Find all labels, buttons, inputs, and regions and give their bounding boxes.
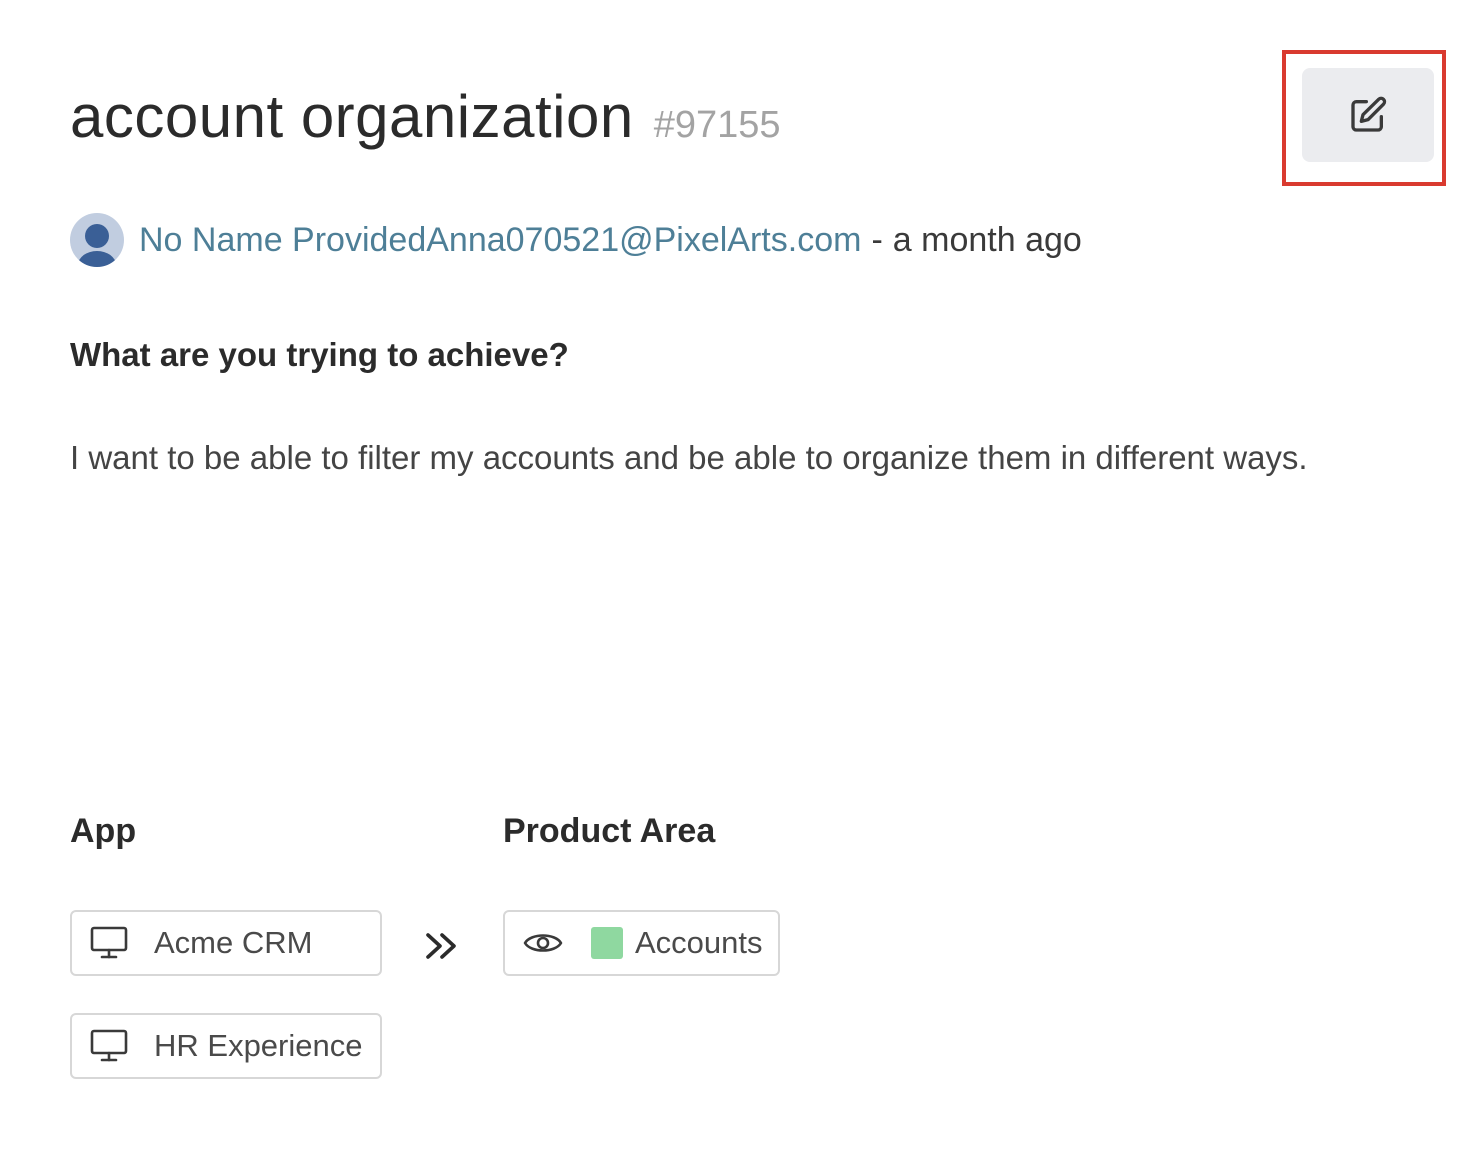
- app-section-label: App: [70, 812, 137, 850]
- app-chip-label: Acme CRM: [154, 925, 313, 960]
- app-chip-hr-experience[interactable]: HR Experience: [70, 1013, 382, 1079]
- author-link[interactable]: No Name ProvidedAnna070521@PixelArts.com: [139, 221, 861, 260]
- edit-button[interactable]: [1302, 68, 1434, 162]
- product-area-section-label: Product Area: [503, 812, 716, 850]
- idea-id: #97155: [653, 104, 781, 146]
- app-chip-label: HR Experience: [154, 1028, 363, 1063]
- monitor-icon: [90, 1029, 128, 1063]
- app-chip-acme-crm[interactable]: Acme CRM: [70, 910, 382, 976]
- product-area-chip-accounts[interactable]: Accounts: [503, 910, 780, 976]
- author-line: No Name ProvidedAnna070521@PixelArts.com…: [70, 212, 1082, 268]
- idea-header: account organization #97155: [70, 82, 781, 151]
- double-chevron-right-icon: [424, 930, 460, 962]
- eye-icon: [523, 929, 563, 957]
- author-separator: -: [871, 220, 883, 259]
- page-title: account organization: [70, 83, 634, 150]
- answer-text: I want to be able to filter my accounts …: [70, 439, 1308, 476]
- question-heading: What are you trying to achieve?: [70, 336, 569, 373]
- monitor-icon: [90, 926, 128, 960]
- edit-icon: [1348, 95, 1388, 135]
- color-swatch: [591, 927, 623, 959]
- product-area-chip-label: Accounts: [635, 925, 763, 960]
- posted-time: a month ago: [892, 220, 1082, 259]
- avatar[interactable]: [70, 213, 124, 267]
